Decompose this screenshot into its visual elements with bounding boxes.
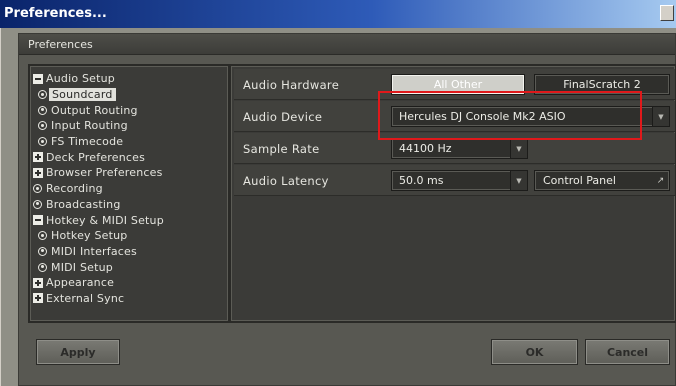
radio-icon xyxy=(33,184,42,194)
arrow-up-right-icon: ↗ xyxy=(656,175,665,186)
highlight-annotation-box xyxy=(378,91,642,140)
tree-item-label: External Sync xyxy=(46,291,125,305)
tree-item-label: Appearance xyxy=(46,276,115,290)
radio-icon xyxy=(38,262,47,272)
audio-hardware-label: Audio Hardware xyxy=(243,78,340,92)
tree-item-label: FS Timecode xyxy=(51,135,124,149)
radio-icon xyxy=(38,121,47,131)
expand-icon[interactable] xyxy=(33,152,43,163)
expand-icon[interactable] xyxy=(33,167,43,178)
tree-item-label: Deck Preferences xyxy=(46,150,146,164)
cancel-label: Cancel xyxy=(606,345,649,359)
chevron-down-icon: ▼ xyxy=(510,171,527,190)
collapse-icon[interactable] xyxy=(33,215,43,226)
chevron-down-icon: ▼ xyxy=(652,107,669,126)
all-other-label: All Other xyxy=(433,78,483,91)
tree-item-label: Input Routing xyxy=(51,119,128,133)
audio-latency-row: Audio Latency 50.0 ms ▼ Control Panel ↗ xyxy=(234,165,675,196)
tree-item-label: MIDI Setup xyxy=(51,260,113,274)
tree-item-label: Broadcasting xyxy=(46,197,121,211)
tree-item-browser-preferences[interactable]: Browser Preferences xyxy=(33,165,228,181)
tree-item-output-routing[interactable]: Output Routing xyxy=(33,102,228,118)
apply-label: Apply xyxy=(60,345,96,359)
tree-item-midi-interfaces[interactable]: MIDI Interfaces xyxy=(33,244,228,260)
tree-item-hotkey-midi-setup[interactable]: Hotkey & MIDI Setup xyxy=(33,212,228,228)
sample-rate-value: 44100 Hz xyxy=(399,142,452,155)
tree-item-label: Soundcard xyxy=(49,88,116,102)
tree-item-label: MIDI Interfaces xyxy=(51,244,137,258)
tree-item-label: Hotkey Setup xyxy=(51,229,128,243)
preferences-dialog: Preferences Audio Setup Soundcard Output R… xyxy=(18,33,676,386)
sample-rate-label: Sample Rate xyxy=(243,142,320,156)
preferences-tree: Audio Setup Soundcard Output Routing Input … xyxy=(28,64,230,323)
window-titlebar: Preferences... xyxy=(0,0,676,28)
tree-item-label: Output Routing xyxy=(51,103,138,117)
collapse-icon[interactable] xyxy=(33,73,43,84)
tree-item-label: Hotkey & MIDI Setup xyxy=(46,213,164,227)
tree-item-external-sync[interactable]: External Sync xyxy=(33,291,228,307)
tree-item-broadcasting[interactable]: Broadcasting xyxy=(33,197,228,213)
radio-icon xyxy=(38,137,47,147)
ok-label: OK xyxy=(525,345,544,359)
dialog-header: Preferences xyxy=(19,34,675,55)
tree-item-recording[interactable]: Recording xyxy=(33,181,228,197)
window-control-button[interactable] xyxy=(660,5,674,21)
window-title: Preferences... xyxy=(4,6,107,21)
radio-icon xyxy=(38,90,47,100)
tree-item-appearance[interactable]: Appearance xyxy=(33,275,228,291)
control-panel-label: Control Panel xyxy=(543,174,616,187)
finalscratch-2-label: FinalScratch 2 xyxy=(563,78,641,91)
tree-item-deck-preferences[interactable]: Deck Preferences xyxy=(33,149,228,165)
tree-item-soundcard[interactable]: Soundcard xyxy=(33,87,228,103)
audio-latency-label: Audio Latency xyxy=(243,174,329,188)
apply-button[interactable]: Apply xyxy=(36,339,120,365)
radio-icon xyxy=(38,246,47,256)
control-panel-button[interactable]: Control Panel ↗ xyxy=(534,170,670,191)
radio-icon xyxy=(33,199,42,209)
audio-device-label: Audio Device xyxy=(243,110,323,124)
tree-item-hotkey-setup[interactable]: Hotkey Setup xyxy=(33,228,228,244)
tree-item-input-routing[interactable]: Input Routing xyxy=(33,118,228,134)
audio-latency-dropdown[interactable]: 50.0 ms ▼ xyxy=(391,170,528,191)
ok-button[interactable]: OK xyxy=(491,339,578,365)
sample-rate-dropdown[interactable]: 44100 Hz ▼ xyxy=(391,138,528,159)
tree-item-audio-setup[interactable]: Audio Setup xyxy=(33,71,228,87)
tree-item-midi-setup[interactable]: MIDI Setup xyxy=(33,259,228,275)
tree-item-label: Audio Setup xyxy=(46,72,115,86)
radio-icon xyxy=(38,231,47,241)
tree-item-label: Browser Preferences xyxy=(46,166,163,180)
tree-item-fs-timecode[interactable]: FS Timecode xyxy=(33,134,228,150)
cancel-button[interactable]: Cancel xyxy=(585,339,670,365)
tree-item-label: Recording xyxy=(46,182,103,196)
expand-icon[interactable] xyxy=(33,293,43,304)
audio-latency-value: 50.0 ms xyxy=(399,174,444,187)
radio-icon xyxy=(38,105,47,115)
chevron-down-icon: ▼ xyxy=(510,139,527,158)
expand-icon[interactable] xyxy=(33,277,43,288)
